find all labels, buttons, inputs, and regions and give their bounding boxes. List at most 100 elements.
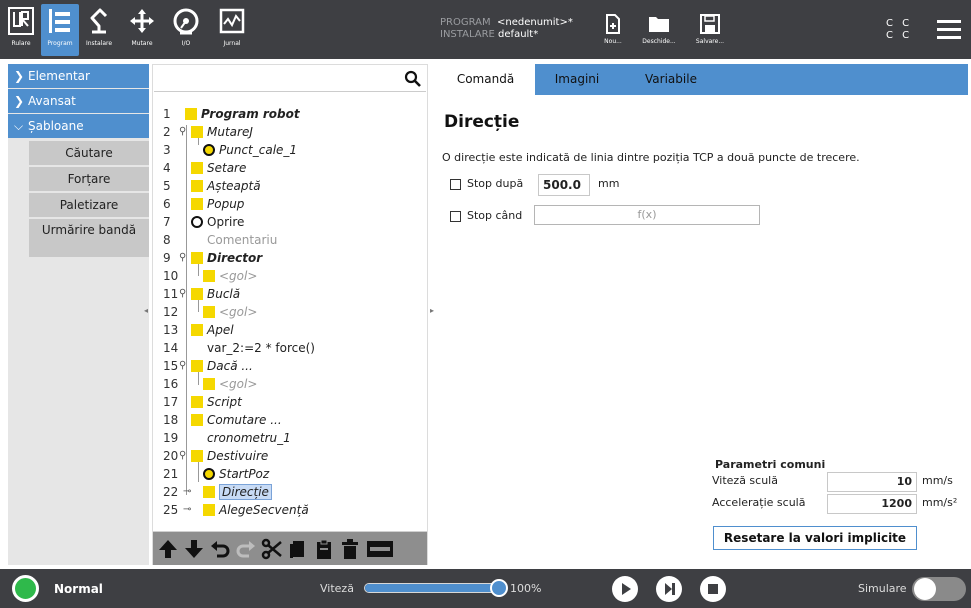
- speed-slider-knob[interactable]: [490, 579, 508, 597]
- template-search-button[interactable]: Căutare: [29, 141, 149, 165]
- tool-accel-input[interactable]: 1200: [827, 494, 917, 514]
- sequence-grid-icon: [203, 504, 215, 516]
- template-conveyor-tracking-button[interactable]: Urmărire bandă: [29, 219, 149, 257]
- tree-node-label: Dacă ...: [207, 359, 253, 373]
- stop-button[interactable]: [700, 576, 726, 602]
- tree-row[interactable]: 1 Program robot: [153, 105, 425, 123]
- delete-icon[interactable]: [339, 538, 361, 560]
- new-file-icon: [606, 14, 620, 34]
- simulation-toggle-knob[interactable]: [914, 578, 936, 600]
- tree-node-label: <gol>: [219, 269, 258, 283]
- collapsed-pin-icon[interactable]: ⊸: [183, 483, 191, 501]
- tree-row[interactable]: 17 Script: [153, 393, 425, 411]
- tool-speed-input[interactable]: 10: [827, 472, 917, 492]
- nav-log-label: Jurnal: [223, 40, 241, 47]
- hamburger-menu-icon[interactable]: [937, 20, 961, 40]
- undo-icon[interactable]: [209, 538, 231, 560]
- copy-icon[interactable]: [287, 538, 309, 560]
- tree-node-label: Popup: [207, 197, 245, 211]
- set-node-icon: [191, 162, 203, 174]
- move-down-icon[interactable]: [183, 538, 205, 560]
- line-number: 3: [163, 143, 171, 157]
- nav-log-button[interactable]: Jurnal: [210, 4, 254, 56]
- new-file-button[interactable]: Nou...: [598, 14, 628, 45]
- collapse-right-handle[interactable]: ▸: [430, 306, 434, 315]
- tree-row[interactable]: 18 Comutare ...: [153, 411, 425, 429]
- nav-program-button[interactable]: Program: [41, 4, 79, 56]
- expand-pin-icon[interactable]: ⚲: [179, 249, 186, 267]
- nav-install-button[interactable]: Instalare: [80, 4, 118, 56]
- tab-variables[interactable]: Variabile: [624, 64, 718, 95]
- chevron-down-icon: ⌵: [14, 119, 24, 133]
- open-file-button[interactable]: Deschide...: [640, 14, 678, 45]
- move-up-icon[interactable]: [157, 538, 179, 560]
- nav-run-label: Rulare: [11, 40, 31, 47]
- nav-io-button[interactable]: I/O: [166, 4, 206, 56]
- collapse-left-handle[interactable]: ◂: [144, 306, 148, 315]
- stop-when-expression-input[interactable]: f(x): [534, 205, 760, 225]
- category-templates[interactable]: ⌵ Șabloane: [8, 114, 149, 138]
- tree-row[interactable]: 5 Așteaptă: [153, 177, 425, 195]
- tree-search-input[interactable]: [154, 66, 426, 92]
- tree-row[interactable]: 3 Punct_cale_1: [153, 141, 425, 159]
- tree-row[interactable]: 2 ⚲ MutareJ: [153, 123, 425, 141]
- tree-row[interactable]: 10 <gol>: [153, 267, 425, 285]
- direction-description: O direcție este indicată de linia dintre…: [442, 151, 860, 164]
- tree-row[interactable]: 4 Setare: [153, 159, 425, 177]
- expand-pin-icon[interactable]: ⚲: [179, 447, 186, 465]
- reset-defaults-button[interactable]: Resetare la valori implicite: [713, 526, 917, 550]
- empty-node-icon: [203, 270, 215, 282]
- paste-icon[interactable]: [313, 538, 335, 560]
- tree-row[interactable]: 19 cronometru_1: [153, 429, 425, 447]
- tree-row-selected[interactable]: 22 ⊸ Direcție: [153, 483, 425, 501]
- empty-node-icon: [203, 306, 215, 318]
- tree-row[interactable]: 20 ⚲ Destivuire: [153, 447, 425, 465]
- play-button[interactable]: [612, 576, 638, 602]
- expand-pin-icon[interactable]: ⚲: [179, 357, 186, 375]
- stop-when-checkbox[interactable]: [450, 211, 461, 222]
- tree-row[interactable]: 16 <gol>: [153, 375, 425, 393]
- stop-after-checkbox[interactable]: [450, 179, 461, 190]
- tree-row[interactable]: 6 Popup: [153, 195, 425, 213]
- power-status-icon[interactable]: [12, 575, 39, 602]
- save-file-button[interactable]: Salvare...: [692, 14, 728, 45]
- tree-row[interactable]: 11 ⚲ Buclă: [153, 285, 425, 303]
- io-gauge-icon: [173, 8, 199, 35]
- speed-slider-fill: [365, 584, 498, 592]
- speed-label: Viteză: [320, 582, 354, 595]
- tree-row[interactable]: 14 var_2:=2 * force(): [153, 339, 425, 357]
- tree-row[interactable]: 7 Oprire: [153, 213, 425, 231]
- suppress-icon[interactable]: [365, 538, 395, 560]
- tree-row[interactable]: 15 ⚲ Dacă ...: [153, 357, 425, 375]
- template-palletizing-button[interactable]: Paletizare: [29, 193, 149, 217]
- tree-row[interactable]: 25 ⊸ AlegeSecvență: [153, 501, 425, 519]
- stop-when-label: Stop când: [467, 209, 523, 222]
- tab-images[interactable]: Imagini: [537, 64, 617, 95]
- tree-row[interactable]: 8 Comentariu: [153, 231, 425, 249]
- tree-node-label: Director: [207, 251, 263, 265]
- collapsed-pin-icon[interactable]: ⊸: [183, 501, 191, 519]
- common-parameters-title: Parametri comuni: [715, 458, 826, 471]
- cc-line-2: C C: [886, 30, 913, 41]
- speed-slider[interactable]: [364, 583, 499, 593]
- tree-node-label: Comutare ...: [207, 413, 282, 427]
- template-force-button[interactable]: Forțare: [29, 167, 149, 191]
- if-icon: [191, 360, 203, 372]
- tab-command[interactable]: Comandă: [436, 64, 535, 95]
- logo-button[interactable]: Rulare: [4, 4, 38, 56]
- tool-speed-label: Viteză sculă: [712, 474, 778, 487]
- expand-pin-icon[interactable]: ⚲: [179, 285, 186, 303]
- category-advanced[interactable]: ❯ Avansat: [8, 89, 149, 113]
- tree-row[interactable]: 21 StartPoz: [153, 465, 425, 483]
- robot-arm-icon: [90, 8, 108, 34]
- node-detail-panel: Comandă Imagini Variabile Direcție O dir…: [436, 64, 968, 565]
- nav-move-button[interactable]: Mutare: [122, 4, 162, 56]
- expand-pin-icon[interactable]: ⚲: [179, 123, 186, 141]
- tree-row[interactable]: 12 <gol>: [153, 303, 425, 321]
- stop-after-distance-input[interactable]: 500.0: [538, 174, 590, 196]
- cut-icon[interactable]: [261, 538, 283, 560]
- step-button[interactable]: [656, 576, 682, 602]
- tree-row[interactable]: 13 Apel: [153, 321, 425, 339]
- category-basic[interactable]: ❯ Elementar: [8, 64, 149, 88]
- tree-row[interactable]: 9 ⚲ Director: [153, 249, 425, 267]
